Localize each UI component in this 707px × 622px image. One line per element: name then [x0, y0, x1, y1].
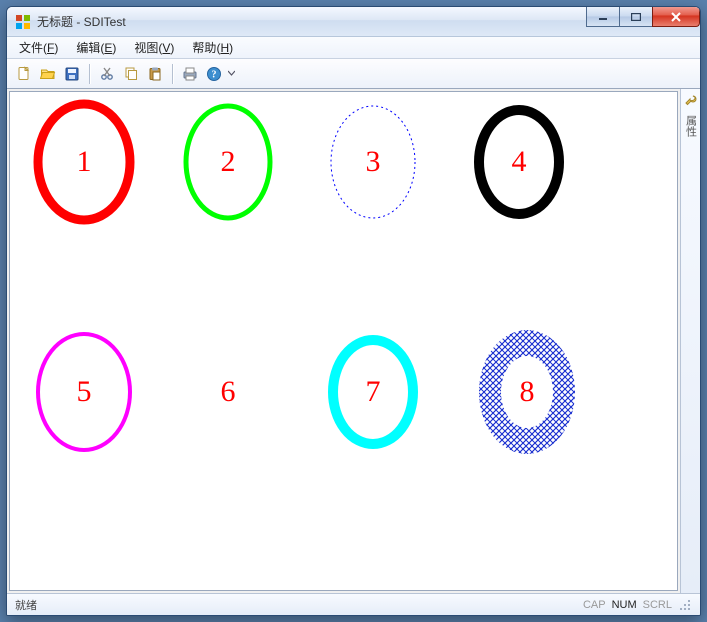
- help-dropdown[interactable]: [227, 70, 235, 77]
- status-scrl: SCRL: [643, 599, 672, 611]
- window-title: 无标题 - SDITest: [37, 13, 126, 30]
- ellipse-shape[interactable]: [186, 106, 270, 218]
- close-button[interactable]: [652, 7, 700, 27]
- maximize-button[interactable]: [619, 7, 653, 27]
- menu-edit[interactable]: 编辑(E): [68, 37, 124, 58]
- print-button[interactable]: [179, 63, 201, 85]
- menubar: 文件(F) 编辑(E) 视图(V) 帮助(H): [7, 37, 700, 59]
- grip-icon: [678, 598, 692, 612]
- open-button[interactable]: [37, 63, 59, 85]
- chevron-down-icon: [228, 70, 235, 77]
- side-tool-button[interactable]: [683, 93, 699, 109]
- minimize-icon: [598, 13, 608, 21]
- ellipse-shape[interactable]: [333, 340, 413, 444]
- side-panel: 属性: [680, 89, 700, 593]
- close-icon: [670, 12, 682, 22]
- copy-button[interactable]: [120, 63, 142, 85]
- titlebar[interactable]: 无标题 - SDITest: [7, 7, 700, 37]
- status-ready: 就绪: [15, 597, 577, 613]
- cut-button[interactable]: [96, 63, 118, 85]
- help-button[interactable]: ?: [203, 63, 225, 85]
- paste-clipboard-icon: [147, 66, 163, 82]
- drawing-surface: [10, 92, 677, 590]
- canvas[interactable]: 12345678: [9, 91, 678, 591]
- ellipse-shape[interactable]: [479, 110, 559, 214]
- statusbar: 就绪 CAP NUM SCRL: [7, 593, 700, 615]
- app-icon: [15, 14, 31, 30]
- minimize-button[interactable]: [586, 7, 620, 27]
- client-area: 12345678 属性: [7, 89, 700, 593]
- ellipse-shape[interactable]: [479, 330, 575, 454]
- new-file-icon: [16, 66, 32, 82]
- save-button[interactable]: [61, 63, 83, 85]
- toolbar: ?: [7, 59, 700, 89]
- svg-text:?: ?: [212, 69, 217, 80]
- ellipse-shape[interactable]: [331, 106, 415, 218]
- status-num: NUM: [612, 599, 637, 611]
- status-cap: CAP: [583, 599, 606, 611]
- copy-icon: [123, 66, 139, 82]
- toolbar-separator: [172, 64, 173, 84]
- side-panel-label[interactable]: 属性: [683, 115, 699, 137]
- app-window: 无标题 - SDITest 文件(F) 编辑(E) 视图(V) 帮助(H): [6, 6, 701, 616]
- ellipse-shape[interactable]: [38, 104, 130, 220]
- open-folder-icon: [40, 66, 56, 82]
- new-button[interactable]: [13, 63, 35, 85]
- paste-button[interactable]: [144, 63, 166, 85]
- save-disk-icon: [64, 66, 80, 82]
- maximize-icon: [631, 13, 641, 21]
- toolbar-separator: [89, 64, 90, 84]
- resize-grip[interactable]: [678, 598, 692, 612]
- menu-file[interactable]: 文件(F): [11, 37, 66, 58]
- printer-icon: [182, 66, 198, 82]
- menu-help[interactable]: 帮助(H): [184, 37, 241, 58]
- wrench-icon: [684, 94, 698, 108]
- window-controls: [586, 7, 700, 27]
- cut-scissors-icon: [99, 66, 115, 82]
- ellipse-shape[interactable]: [38, 334, 130, 450]
- help-icon: ?: [206, 66, 222, 82]
- menu-view[interactable]: 视图(V): [126, 37, 182, 58]
